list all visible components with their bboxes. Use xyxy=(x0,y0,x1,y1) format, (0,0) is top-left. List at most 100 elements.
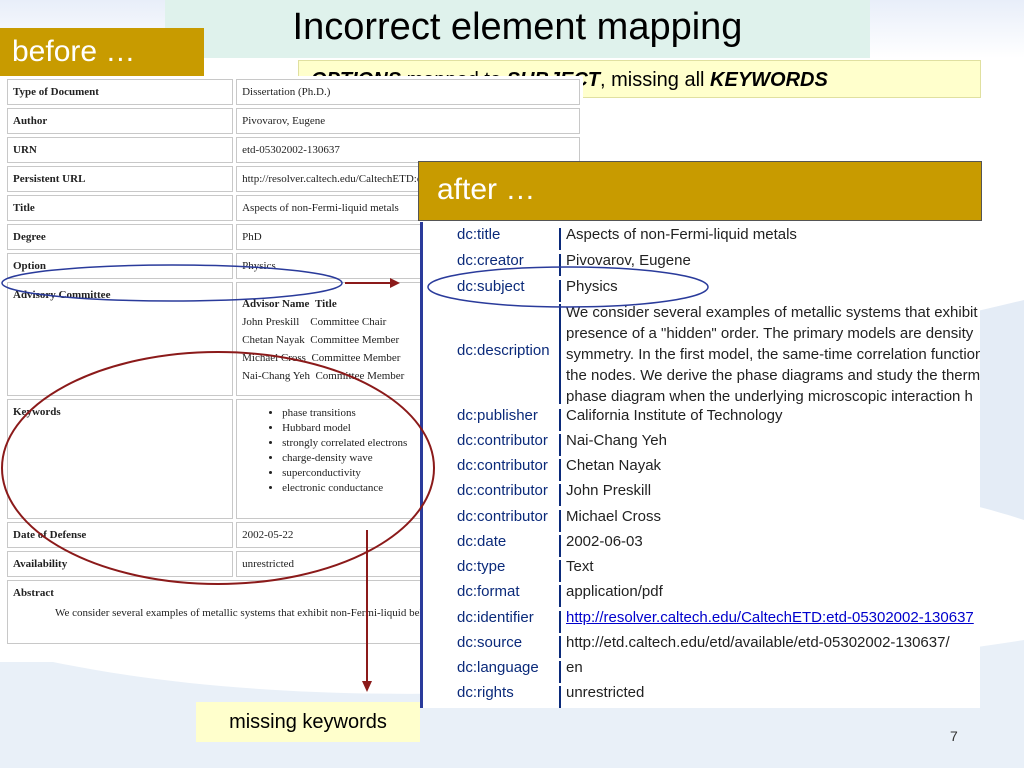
dc-divider xyxy=(559,585,561,607)
dc-key: dc:contributor xyxy=(457,432,548,449)
dc-row: dc:creator Pivovarov, Eugene xyxy=(423,252,980,277)
description-line: We consider several examples of metallic… xyxy=(566,304,978,321)
before-label: before … xyxy=(0,28,204,76)
subtitle-text-2: , missing all xyxy=(600,69,711,91)
after-dublin-core-panel: dc:title Aspects of non-Fermi-liquid met… xyxy=(420,222,980,708)
dc-value: California Institute of Technology xyxy=(566,407,783,424)
dc-divider xyxy=(559,484,561,506)
dc-key: dc:identifier xyxy=(457,609,534,626)
description-line: the nodes. We derive the phase diagrams … xyxy=(566,367,980,384)
dc-divider xyxy=(559,228,561,250)
dc-key: dc:rights xyxy=(457,684,514,701)
advisor-title: Committee Member xyxy=(311,352,401,364)
table-row: Author Pivovarov, Eugene xyxy=(7,108,580,134)
dc-divider xyxy=(559,686,561,708)
row-label: Author xyxy=(7,108,234,134)
dc-value: 2002-06-03 xyxy=(566,533,643,550)
dc-row: dc:contributor Chetan Nayak xyxy=(423,457,980,482)
advisor-name-header: Advisor Name xyxy=(242,298,310,310)
dc-row: dc:date 2002-06-03 xyxy=(423,533,980,558)
subtitle-keywords: KEYWORDS xyxy=(710,69,828,91)
dc-key: dc:contributor xyxy=(457,482,548,499)
dc-value: en xyxy=(566,659,583,676)
row-label: Keywords xyxy=(7,399,234,519)
dc-value: Physics xyxy=(566,278,618,295)
dc-value: http://etd.caltech.edu/etd/available/etd… xyxy=(566,634,950,651)
dc-value: Text xyxy=(566,558,594,575)
dc-key: dc:contributor xyxy=(457,457,548,474)
row-label: Persistent URL xyxy=(7,166,234,192)
advisor-title: Committee Member xyxy=(310,334,400,346)
dc-description-text: We consider several examples of metallic… xyxy=(566,302,980,407)
dc-row: dc:title Aspects of non-Fermi-liquid met… xyxy=(423,226,980,251)
dc-row: dc:contributor John Preskill xyxy=(423,482,980,507)
dc-divider xyxy=(559,459,561,481)
advisor-name: John Preskill xyxy=(242,316,300,328)
dc-key: dc:language xyxy=(457,659,539,676)
dc-key: dc:source xyxy=(457,634,523,651)
dc-key: dc:creator xyxy=(457,252,524,269)
advisor-title-header: Title xyxy=(314,298,337,310)
dc-divider xyxy=(559,510,561,532)
dc-row: dc:publisher California Institute of Tec… xyxy=(423,407,980,432)
dc-value: Pivovarov, Eugene xyxy=(566,252,691,269)
dc-divider xyxy=(559,636,561,658)
dc-row: dc:contributor Nai-Chang Yeh xyxy=(423,432,980,457)
table-row: URN etd-05302002-130637 xyxy=(7,137,580,163)
row-label: Date of Defense xyxy=(7,522,234,548)
row-value: Pivovarov, Eugene xyxy=(236,108,580,134)
dc-value: Chetan Nayak xyxy=(566,457,662,474)
dc-divider xyxy=(559,254,561,276)
row-value: Dissertation (Ph.D.) xyxy=(236,79,580,105)
table-row: Type of Document Dissertation (Ph.D.) xyxy=(7,79,580,105)
dc-key: dc:description xyxy=(457,342,550,359)
row-label: Title xyxy=(7,195,234,221)
row-label: Type of Document xyxy=(7,79,234,105)
dc-row: dc:source http://etd.caltech.edu/etd/ava… xyxy=(423,634,980,659)
row-label: Option xyxy=(7,253,234,279)
dc-key: dc:type xyxy=(457,558,506,575)
dc-divider xyxy=(559,304,561,404)
row-label: Availability xyxy=(7,551,234,577)
dc-key: dc:title xyxy=(457,226,501,243)
dc-row-subject: dc:subject Physics xyxy=(423,278,980,303)
dc-row: dc:type Text xyxy=(423,558,980,583)
advisor-title: Committee Member xyxy=(315,370,405,382)
after-label: after … xyxy=(418,161,982,221)
dc-divider xyxy=(559,661,561,683)
dc-divider xyxy=(559,560,561,582)
dc-row: dc:language en xyxy=(423,659,980,684)
description-line: symmetry. In the first model, the same-t… xyxy=(566,346,980,363)
dc-key: dc:contributor xyxy=(457,508,548,525)
row-value: etd-05302002-130637 xyxy=(236,137,580,163)
advisor-name: Chetan Nayak xyxy=(242,334,305,346)
dc-row: dc:identifier http://resolver.caltech.ed… xyxy=(423,609,980,634)
dc-row: dc:contributor Michael Cross xyxy=(423,508,980,533)
dc-value: Aspects of non-Fermi-liquid metals xyxy=(566,226,797,243)
dc-key: dc:format xyxy=(457,583,520,600)
row-label: Degree xyxy=(7,224,234,250)
dc-divider xyxy=(559,280,561,302)
page-number: 7 xyxy=(950,728,958,744)
dc-value: application/pdf xyxy=(566,583,663,600)
row-label: Advisory Committee xyxy=(7,282,234,396)
advisor-name: Nai-Chang Yeh xyxy=(242,370,310,382)
dc-value: unrestricted xyxy=(566,684,645,701)
row-label: URN xyxy=(7,137,234,163)
identifier-link[interactable]: http://resolver.caltech.edu/CaltechETD:e… xyxy=(566,609,974,626)
dc-value: Michael Cross xyxy=(566,508,662,525)
dc-divider xyxy=(559,535,561,557)
dc-value: John Preskill xyxy=(566,482,652,499)
dc-key: dc:publisher xyxy=(457,407,538,424)
dc-row: dc:rights unrestricted xyxy=(423,684,980,708)
advisor-name: Michael Cross xyxy=(242,352,306,364)
dc-key: dc:date xyxy=(457,533,507,550)
dc-row: dc:format application/pdf xyxy=(423,583,980,608)
dc-key: dc:subject xyxy=(457,278,525,295)
missing-keywords-callout: missing keywords xyxy=(196,702,420,742)
slide-title: Incorrect element mapping xyxy=(292,6,743,48)
description-line: presence of a "hidden" order. The primar… xyxy=(566,325,974,342)
advisor-title: Committee Chair xyxy=(310,316,387,328)
dc-divider xyxy=(559,409,561,431)
dc-divider xyxy=(559,434,561,456)
